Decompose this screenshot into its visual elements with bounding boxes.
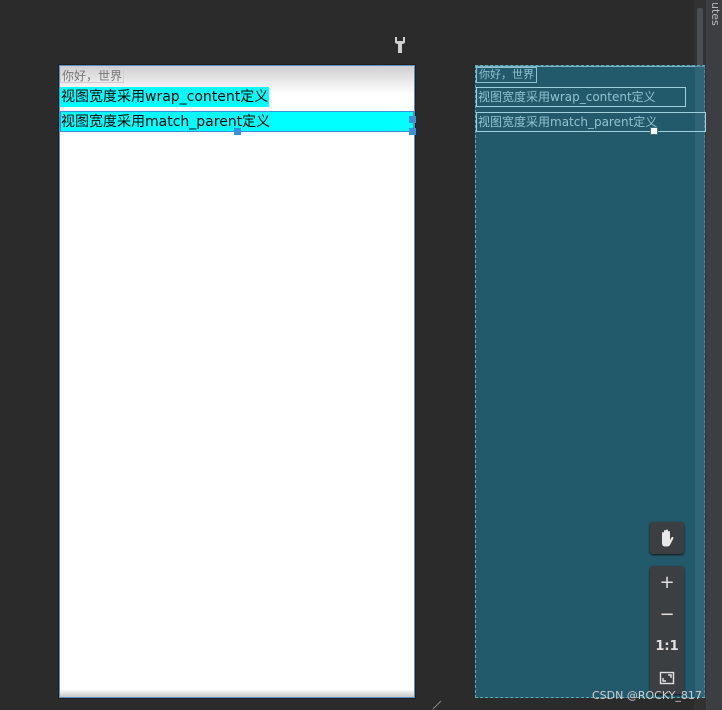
zoom-tool-panel: + − 1:1	[650, 566, 684, 694]
resize-corner-icon[interactable]	[432, 700, 442, 710]
hello-world-textview[interactable]: 你好，世界	[60, 67, 125, 83]
zoom-out-button[interactable]: −	[650, 598, 684, 630]
actual-size-button[interactable]: 1:1	[650, 630, 684, 662]
bp-resize-handle[interactable]	[650, 127, 658, 135]
nav-bar-area	[60, 689, 414, 697]
bp-match-parent-textview[interactable]: 视图宽度采用match_parent定义	[476, 112, 706, 132]
bp-wrap-content-textview[interactable]: 视图宽度采用wrap_content定义	[476, 87, 686, 107]
attributes-tab[interactable]: utes	[708, 2, 722, 42]
blueprint-scrollbar[interactable]	[695, 66, 705, 697]
hand-icon	[662, 529, 674, 547]
pan-button[interactable]	[650, 522, 684, 554]
resize-handle-right-bottom[interactable]	[409, 128, 416, 135]
bp-hello-world-textview[interactable]: 你好，世界	[476, 67, 537, 83]
wrap-content-textview[interactable]: 视图宽度采用wrap_content定义	[60, 87, 270, 107]
fit-screen-icon	[659, 671, 675, 685]
resize-handle-bottom[interactable]	[234, 128, 241, 135]
watermark-text: CSDN @ROCKY_817	[592, 689, 702, 702]
zoom-in-button[interactable]: +	[650, 566, 684, 598]
pan-tool-panel	[650, 522, 684, 554]
resize-handle-right-top[interactable]	[409, 116, 416, 123]
design-view-canvas[interactable]: 你好，世界 视图宽度采用wrap_content定义 视图宽度采用match_p…	[59, 65, 416, 698]
wrench-icon[interactable]	[392, 36, 408, 54]
side-panel-strip	[706, 0, 722, 710]
